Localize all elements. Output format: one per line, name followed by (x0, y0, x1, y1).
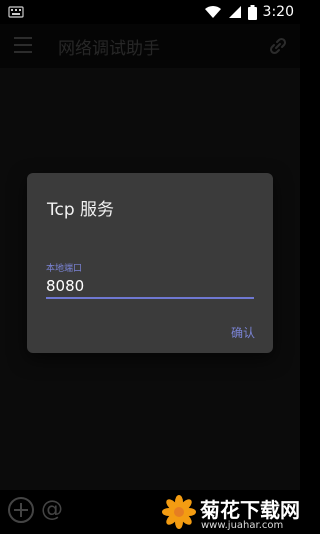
local-port-label: 本地端口 (46, 264, 83, 274)
signal-icon (228, 6, 241, 18)
confirm-button[interactable]: 确认 (231, 324, 255, 341)
watermark-logo: 菊花下载网 www.juahar.com (160, 493, 300, 534)
add-circle-icon[interactable] (7, 496, 35, 524)
tcp-service-dialog: Tcp 服务 本地端口 确认 (27, 173, 273, 353)
keyboard-icon (8, 6, 24, 18)
watermark-url: www.juahar.com (201, 520, 284, 531)
battery-icon (247, 4, 257, 20)
status-bar: 3:20 (0, 0, 300, 24)
wifi-icon (204, 5, 221, 18)
at-icon[interactable]: @ (41, 497, 63, 522)
status-time: 3:20 (262, 4, 294, 20)
watermark-title: 菊花下载网 (200, 498, 300, 522)
dialog-title: Tcp 服务 (47, 200, 115, 220)
flower-logo-icon (162, 495, 196, 529)
status-icons: 3:20 (204, 3, 294, 21)
local-port-input[interactable] (46, 275, 254, 299)
